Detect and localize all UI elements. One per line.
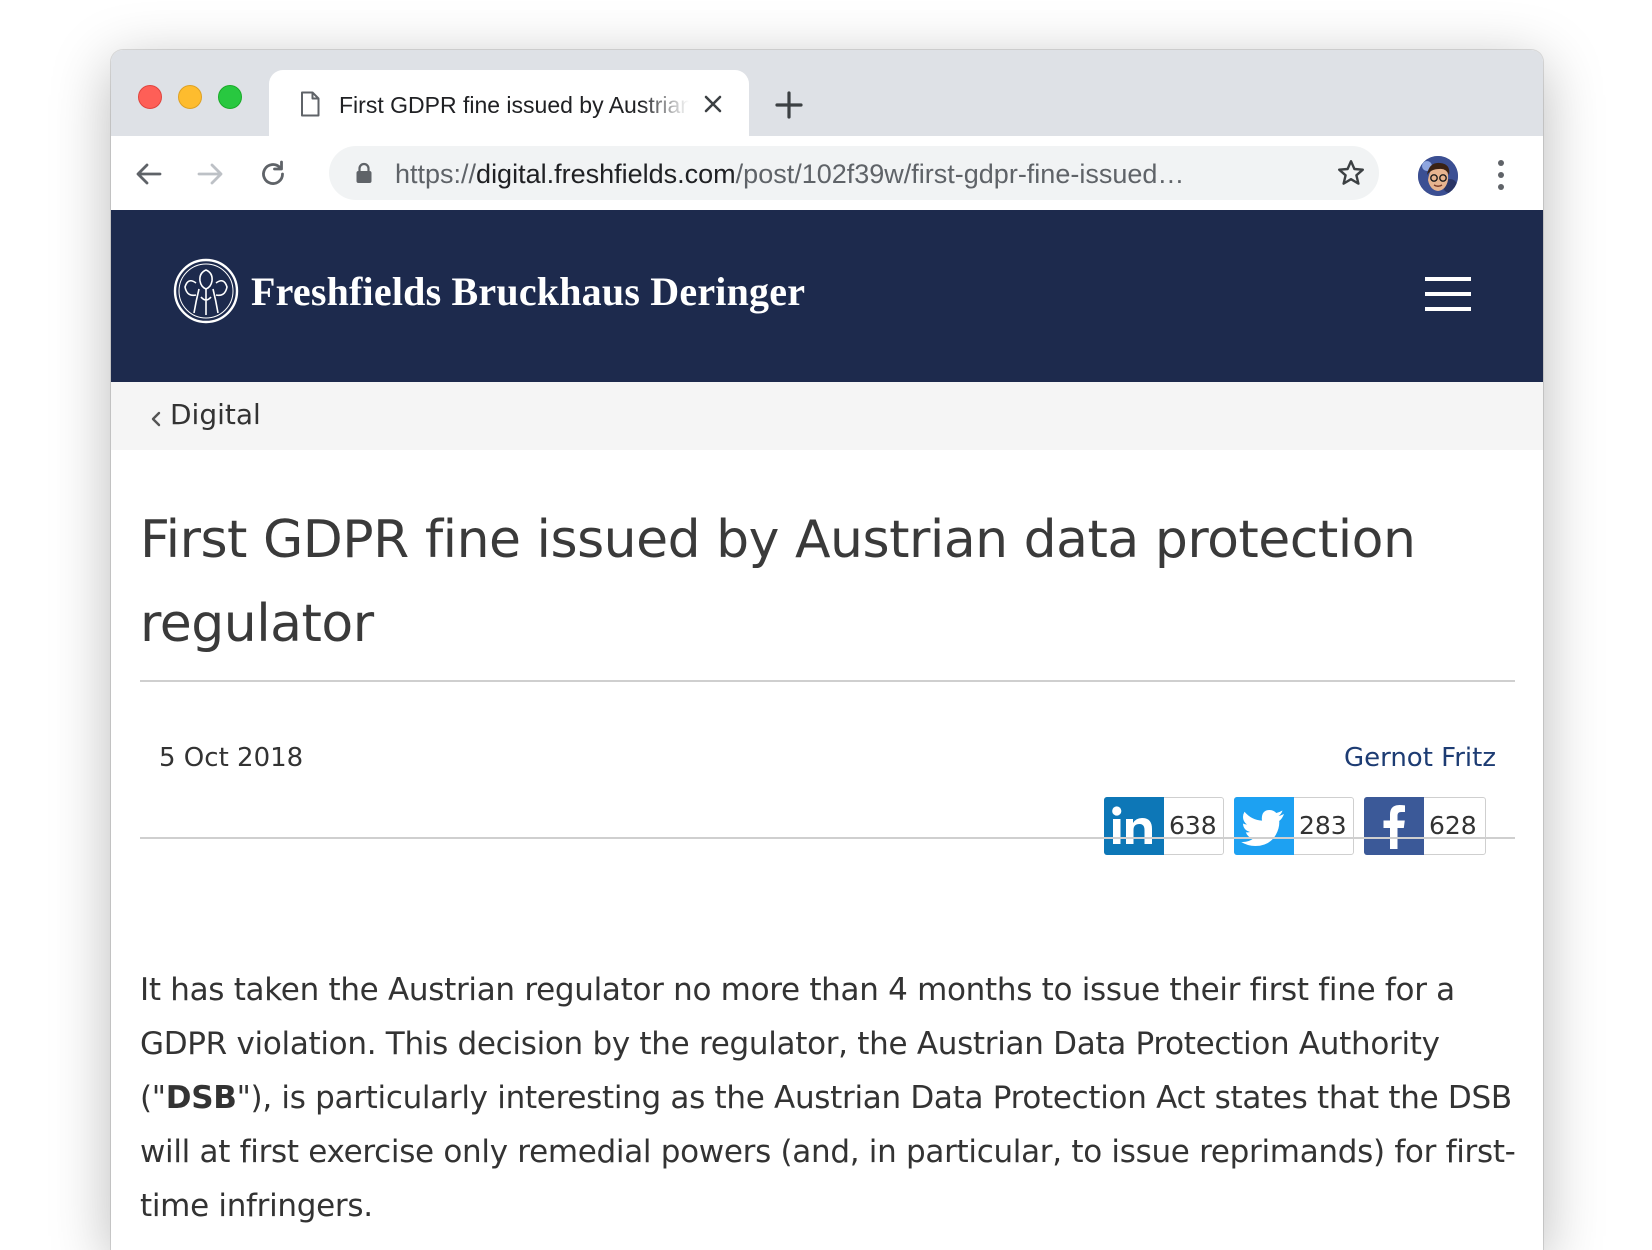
linkedin-icon [1112, 806, 1152, 844]
site-header: Freshfields Bruckhaus Deringer [111, 210, 1543, 382]
url-path: /post/102f39w/first-gdpr-fine-issued… [735, 159, 1185, 189]
browser-toolbar: https://digital.freshfields.com/post/102… [111, 136, 1543, 211]
breadcrumb-link-digital[interactable]: Digital [170, 397, 261, 433]
zoom-window-button[interactable] [218, 85, 242, 109]
lock-icon [356, 162, 372, 183]
tab-strip: First GDPR fine issued by Austrian data … [111, 50, 1543, 136]
chevron-left-icon[interactable] [149, 410, 163, 428]
plus-icon[interactable] [774, 90, 804, 120]
body-text-part2: "), is particularly interesting as the A… [140, 1080, 1516, 1224]
logo-wordmark[interactable]: Freshfields Bruckhaus Deringer [251, 262, 805, 322]
article-body-paragraph: It has taken the Austrian regulator no m… [140, 963, 1535, 1233]
avatar-image [1418, 156, 1458, 196]
twitter-badge [1234, 797, 1294, 855]
hamburger-line [1425, 292, 1471, 296]
back-arrow-icon[interactable] [133, 158, 165, 190]
facebook-icon [1383, 805, 1405, 849]
publish-date: 5 Oct 2018 [159, 743, 304, 773]
author-link[interactable]: Gernot Fritz [1344, 740, 1496, 776]
url-text[interactable]: https://digital.freshfields.com/post/102… [395, 157, 1295, 191]
document-icon [301, 91, 320, 117]
linkedin-share-button[interactable]: 638 [1104, 797, 1224, 855]
close-window-button[interactable] [138, 85, 162, 109]
hamburger-menu-icon[interactable] [1425, 277, 1471, 311]
twitter-share-button[interactable]: 283 [1234, 797, 1354, 855]
tab-title: First GDPR fine issued by Austrian data … [339, 92, 689, 118]
divider-top [140, 680, 1515, 682]
reload-icon[interactable] [257, 158, 289, 190]
hamburger-line [1425, 277, 1471, 281]
minimize-window-button[interactable] [178, 85, 202, 109]
star-icon[interactable] [1336, 158, 1366, 188]
close-icon[interactable] [701, 92, 725, 116]
hamburger-line [1425, 307, 1471, 311]
twitter-bird-icon [1241, 810, 1284, 846]
url-host: digital.freshfields.com [476, 159, 736, 189]
page-title: First GDPR fine issued by Austrian data … [140, 510, 1416, 654]
facebook-share-button[interactable]: 628 [1364, 797, 1486, 855]
avatar[interactable] [1418, 156, 1458, 196]
divider-bottom [140, 837, 1515, 839]
address-bar[interactable]: https://digital.freshfields.com/post/102… [329, 146, 1379, 200]
breadcrumb: Digital [111, 382, 1543, 450]
browser-window: First GDPR fine issued by Austrian data … [111, 50, 1543, 1250]
facebook-badge [1364, 797, 1424, 855]
url-scheme: https:// [395, 159, 477, 189]
body-text-bold-dsb: DSB [165, 1080, 237, 1116]
tab-active[interactable]: First GDPR fine issued by Austrian data … [269, 70, 749, 136]
forward-arrow-icon[interactable] [194, 158, 226, 190]
logo-seal-icon[interactable] [172, 257, 240, 325]
more-vert-icon[interactable] [1490, 157, 1512, 193]
linkedin-badge [1104, 797, 1164, 855]
